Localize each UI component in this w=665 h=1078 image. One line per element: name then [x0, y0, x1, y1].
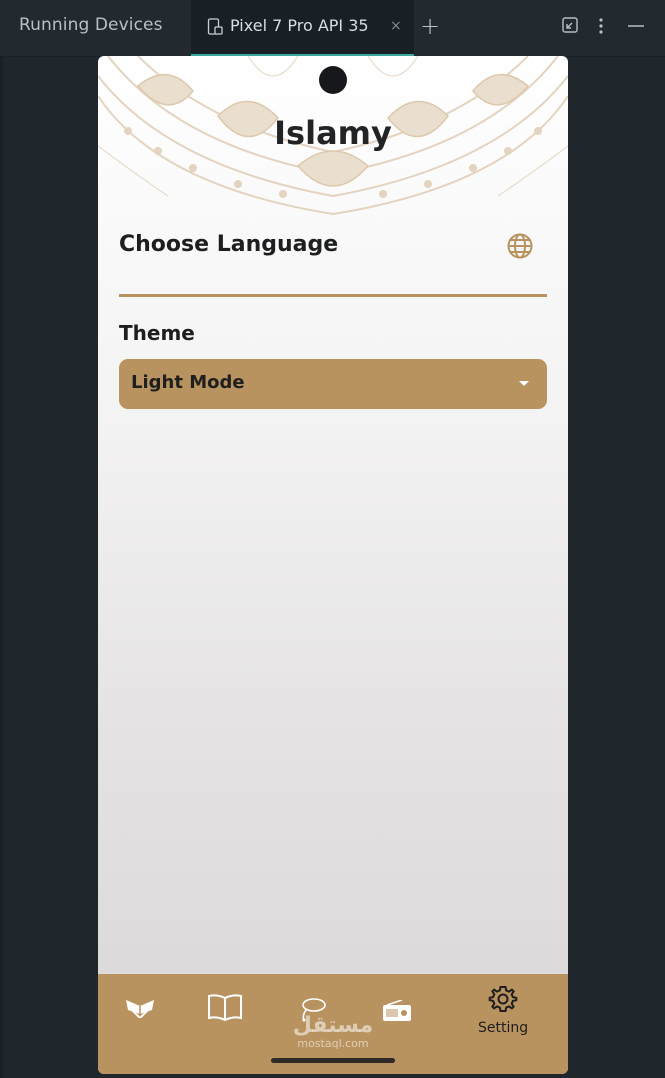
nav-label-setting: Setting: [478, 1020, 529, 1036]
device-screen: Islamy Choose Language Theme Light Mode: [98, 56, 568, 1074]
tab-device[interactable]: Pixel 7 Pro API 35 ×: [191, 0, 414, 56]
globe-icon[interactable]: [506, 232, 534, 260]
theme-label: Theme: [119, 321, 195, 345]
watermark-arabic: مستقل: [292, 1013, 374, 1038]
close-icon[interactable]: ×: [390, 18, 402, 34]
nav-item-hadith[interactable]: [204, 974, 244, 1074]
camera-cutout: [319, 66, 347, 94]
book-icon: [208, 994, 242, 1022]
more-options-icon[interactable]: [596, 16, 606, 36]
radio-icon: [383, 1000, 411, 1021]
gear-icon: [488, 986, 518, 1012]
panel-title: Running Devices: [19, 15, 163, 35]
bottom-navigation: Setting مستقل mostaql.com: [98, 974, 568, 1074]
theme-dropdown[interactable]: Light Mode: [119, 359, 547, 409]
ide-toolbar: Running Devices Pixel 7 Pro API 35 × +: [0, 0, 665, 57]
choose-language-label[interactable]: Choose Language: [119, 232, 338, 257]
app-title: Islamy: [274, 114, 392, 152]
device-icon: [207, 18, 223, 35]
chevron-down-icon: [519, 381, 529, 386]
watermark-latin: mostaql.com: [297, 1037, 369, 1050]
watermark: مستقل mostaql.com: [288, 1014, 378, 1058]
tab-label: Pixel 7 Pro API 35: [230, 16, 369, 35]
restore-icon[interactable]: [561, 16, 579, 34]
quran-icon: [126, 1000, 154, 1018]
theme-dropdown-value: Light Mode: [131, 372, 245, 393]
add-tab-button[interactable]: +: [420, 12, 440, 40]
minimize-icon[interactable]: [627, 16, 645, 36]
divider: [119, 294, 547, 297]
gutter: [0, 56, 3, 1078]
home-indicator[interactable]: [271, 1058, 395, 1063]
nav-item-quran[interactable]: [120, 974, 160, 1074]
